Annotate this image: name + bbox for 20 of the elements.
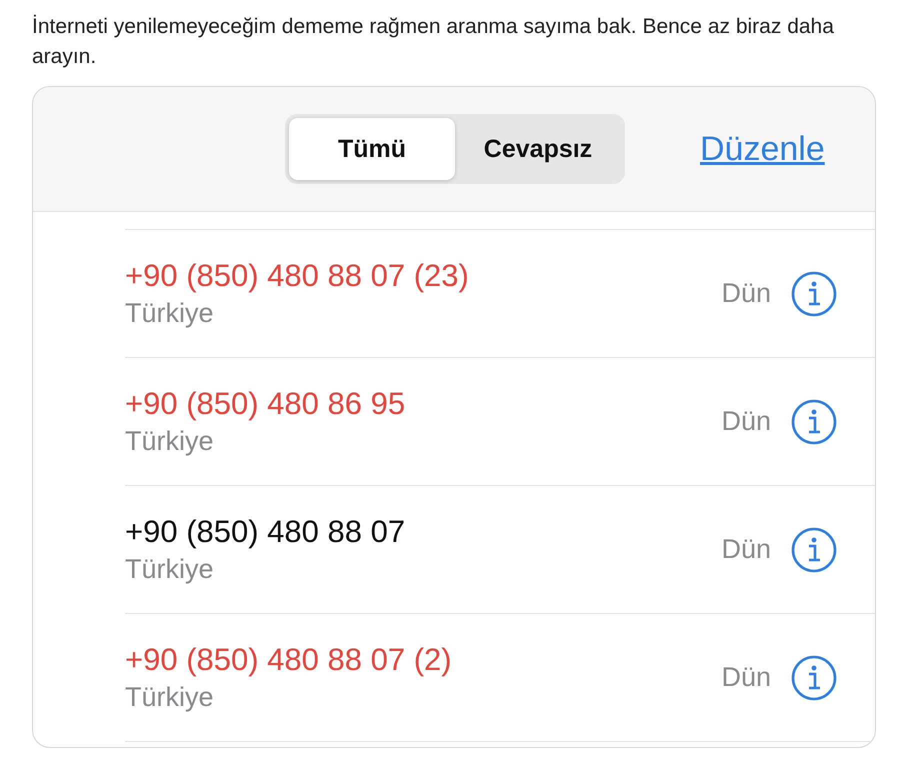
call-time: Dün [721,278,771,309]
call-location: Türkiye [125,554,214,585]
info-icon[interactable] [791,526,837,572]
call-time: Dün [721,406,771,437]
edit-link[interactable]: Düzenle [700,130,825,168]
info-icon[interactable] [791,398,837,444]
call-location: Türkiye [125,682,214,713]
segment-tab[interactable]: Tümü [289,118,455,180]
info-icon[interactable] [791,270,837,316]
phone-number: +90 (850) 480 88 07 (23) [125,258,469,294]
call-location: Türkiye [125,426,214,457]
call-time: Dün [721,534,771,565]
info-icon[interactable] [791,654,837,700]
call-time: Dün [721,662,771,693]
phone-number: +90 (850) 480 88 07 [125,514,406,550]
phone-number: +90 (850) 480 86 95 [125,386,406,422]
call-location: Türkiye [125,298,214,329]
segment-tab[interactable]: Cevapsız [455,118,621,180]
post-text: İnterneti yenilemeyeceğim dememe rağmen aranma sayıma bak. Bence az biraz daha arayın. [32,14,835,70]
phone-number: +90 (850) 480 88 07 (2) [125,642,452,678]
